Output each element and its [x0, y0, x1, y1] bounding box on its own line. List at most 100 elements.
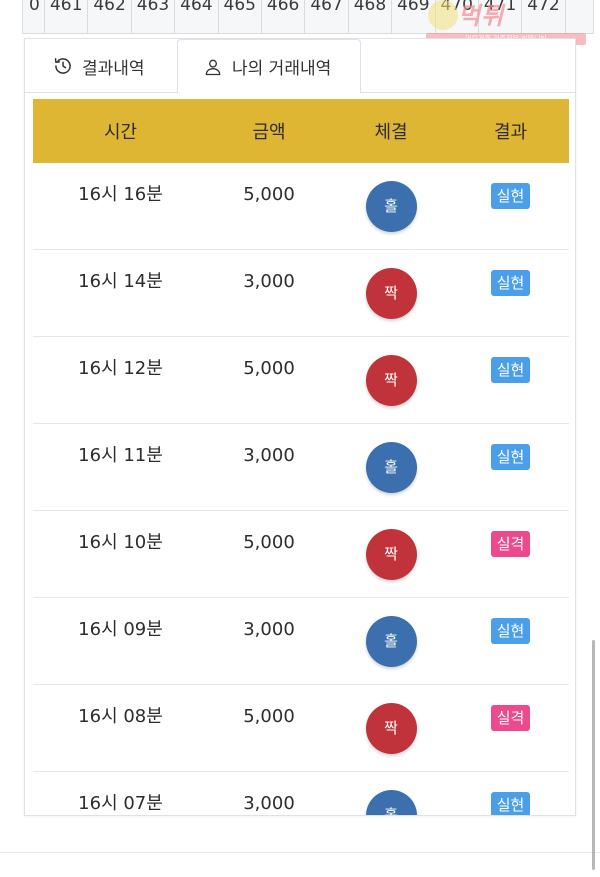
cell-time: 16시 16분 [33, 163, 208, 250]
round-number-cell: 472 [522, 0, 566, 33]
odd-pick-badge: 홀 [365, 181, 417, 232]
table-row: 16시 11분 3,000 홀 실현 [33, 423, 569, 511]
round-number-cell: 464 [175, 0, 219, 33]
round-number-cell: 465 [219, 0, 262, 33]
result-status-badge: 실현 [490, 444, 531, 470]
result-status-badge: 실현 [490, 270, 531, 296]
cell-result: 실현 [452, 423, 569, 511]
trade-amount: 5,000 [243, 706, 295, 727]
round-number-cell: 463 [132, 0, 176, 33]
even-pick-badge: 짝 [365, 703, 417, 754]
cell-amount: 3,000 [208, 597, 330, 685]
trade-time: 16시 09분 [78, 619, 163, 640]
cell-pick: 짝 [330, 249, 452, 337]
history-icon [54, 58, 71, 74]
page: 0 461 462 463 464 465 466 467 468 469 470 471 472 먹튀… [0, 0, 600, 877]
cell-time: 16시 14분 [33, 249, 208, 337]
cell-pick: 짝 [330, 684, 452, 772]
table-row: 16시 08분 5,000 짝 실격 [33, 684, 569, 772]
cell-result: 실현 [452, 597, 569, 685]
round-number-strip: 0 461 462 463 464 465 466 467 468 469 470 471 472 [22, 0, 594, 34]
cell-result: 실현 [452, 163, 569, 250]
cell-amount: 3,000 [208, 249, 330, 337]
cell-amount: 5,000 [208, 510, 330, 598]
cell-pick: 홀 [330, 771, 452, 815]
round-number-cell: 466 [262, 0, 306, 33]
even-pick-badge: 짝 [365, 268, 417, 319]
cell-result: 실현 [452, 249, 569, 337]
column-header-pick: 체결 [330, 99, 452, 163]
user-icon [205, 59, 221, 75]
cell-pick: 짝 [330, 336, 452, 424]
round-number-cell: 468 [349, 0, 393, 33]
trade-time: 16시 10분 [78, 532, 163, 553]
table-header-row: 시간 금액 체결 결과 [33, 99, 569, 163]
odd-pick-badge: 홀 [365, 790, 417, 815]
cell-time: 16시 07분 [33, 771, 208, 815]
trade-table: 시간 금액 체결 결과 16시 16분 5,000 홀 실현 16시 14분 3,000 짝… [33, 99, 569, 815]
cell-time: 16시 09분 [33, 597, 208, 685]
trade-amount: 3,000 [243, 271, 295, 292]
cell-pick: 홀 [330, 423, 452, 511]
cell-pick: 홀 [330, 163, 452, 250]
odd-pick-badge: 홀 [365, 616, 417, 667]
column-header-amount: 금액 [208, 99, 330, 163]
trade-time: 16시 16분 [78, 184, 163, 205]
table-row: 16시 09분 3,000 홀 실현 [33, 597, 569, 685]
table-row: 16시 12분 5,000 짝 실현 [33, 336, 569, 424]
cell-amount: 5,000 [208, 163, 330, 250]
column-header-result: 결과 [452, 99, 569, 163]
cell-result: 실현 [452, 336, 569, 424]
trade-history-panel: 결과내역 나의 거래내역 시간 금액 체결 결과 16시 16분 5,000 홀… [24, 38, 576, 816]
cell-pick: 짝 [330, 510, 452, 598]
table-row: 16시 16분 5,000 홀 실현 [33, 163, 569, 250]
trade-amount: 5,000 [243, 532, 295, 553]
cell-time: 16시 08분 [33, 684, 208, 772]
result-status-badge: 실현 [490, 183, 531, 209]
cell-result: 실격 [452, 510, 569, 598]
trade-amount: 5,000 [243, 358, 295, 379]
result-status-badge: 실현 [490, 792, 531, 815]
tab-my-trades-label: 나의 거래내역 [232, 59, 332, 79]
result-status-badge: 실현 [490, 618, 531, 644]
cell-result: 실현 [452, 771, 569, 815]
trade-amount: 5,000 [243, 184, 295, 205]
column-header-time: 시간 [33, 99, 208, 163]
trade-time: 16시 11분 [78, 445, 163, 466]
tab-bar: 결과내역 나의 거래내역 [25, 39, 575, 94]
trade-time: 16시 14분 [78, 271, 163, 292]
tab-results-label: 결과내역 [82, 58, 145, 79]
bottom-divider [0, 852, 600, 853]
tab-my-trades[interactable]: 나의 거래내역 [177, 39, 361, 94]
round-number-cell: 462 [88, 0, 132, 33]
result-status-badge: 실격 [490, 705, 531, 731]
cell-result: 실격 [452, 684, 569, 772]
table-row: 16시 07분 3,000 홀 실현 [33, 771, 569, 815]
trade-time: 16시 12분 [78, 358, 163, 379]
cell-time: 16시 12분 [33, 336, 208, 424]
trade-amount: 3,000 [243, 445, 295, 466]
cell-amount: 3,000 [208, 423, 330, 511]
round-number-cell: 471 [479, 0, 523, 33]
cell-amount: 3,000 [208, 771, 330, 815]
cell-pick: 홀 [330, 597, 452, 685]
cell-time: 16시 10분 [33, 510, 208, 598]
cell-amount: 5,000 [208, 684, 330, 772]
result-status-badge: 실현 [490, 357, 531, 383]
trade-time: 16시 08분 [78, 706, 163, 727]
even-pick-badge: 짝 [365, 355, 417, 406]
trade-table-container[interactable]: 시간 금액 체결 결과 16시 16분 5,000 홀 실현 16시 14분 3,000 짝… [33, 99, 569, 815]
tab-results-history[interactable]: 결과내역 [25, 39, 177, 93]
result-status-badge: 실격 [490, 531, 531, 557]
round-number-cell: 461 [45, 0, 89, 33]
even-pick-badge: 짝 [365, 529, 417, 580]
trade-time: 16시 07분 [78, 793, 163, 814]
round-number-cell: 467 [305, 0, 349, 33]
table-row: 16시 14분 3,000 짝 실현 [33, 249, 569, 337]
round-number-cell: 469 [392, 0, 436, 33]
scrollbar[interactable] [592, 640, 595, 870]
trade-amount: 3,000 [243, 619, 295, 640]
trade-amount: 3,000 [243, 793, 295, 814]
round-number-cell: 0 [23, 0, 45, 33]
cell-time: 16시 11분 [33, 423, 208, 511]
